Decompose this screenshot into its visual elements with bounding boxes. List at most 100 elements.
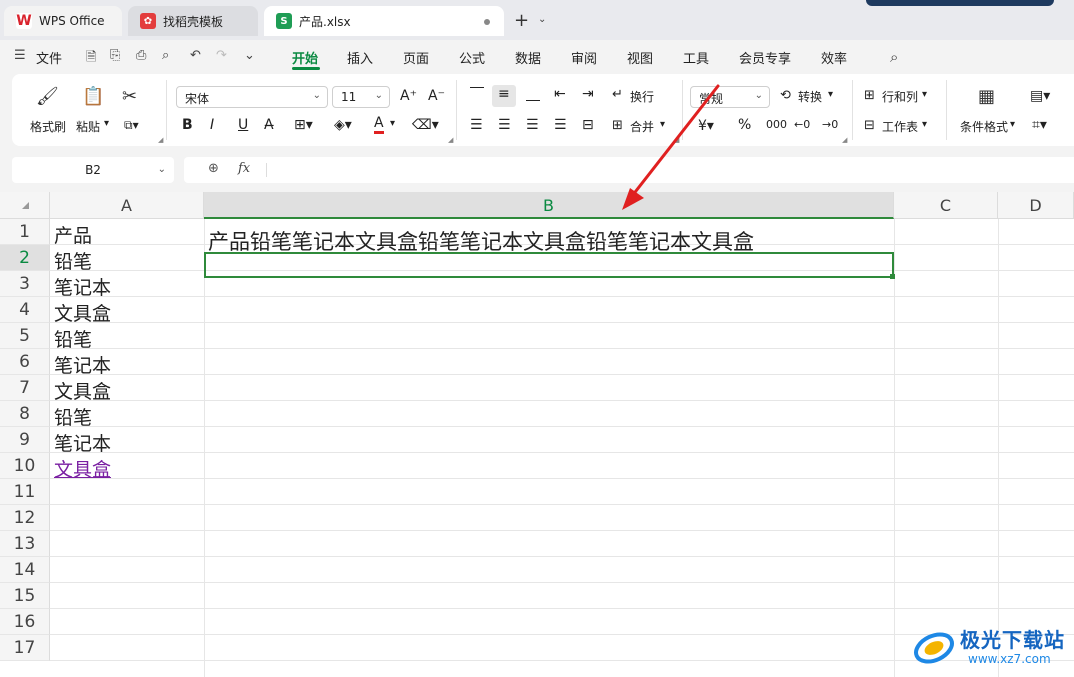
font-name-select[interactable]: 宋体 ⌄ <box>176 86 328 108</box>
chevron-down-icon[interactable]: ⌄ <box>538 14 546 25</box>
fill-color-icon[interactable]: ◈▾ <box>334 117 352 133</box>
cell-a10[interactable]: 文具盒 <box>54 455 111 482</box>
menu-formula[interactable]: 公式 <box>459 48 485 67</box>
menu-page[interactable]: 页面 <box>403 48 429 67</box>
select-all-corner[interactable] <box>0 192 50 219</box>
unsaved-dot-icon[interactable] <box>484 19 490 25</box>
row-header-3[interactable]: 3 <box>0 271 50 297</box>
menu-view[interactable]: 视图 <box>627 48 653 67</box>
tab-docer-templates[interactable]: ✿ 找稻壳模板 <box>128 6 258 36</box>
align-top-icon[interactable]: ⎺ <box>470 86 484 102</box>
row-header-16[interactable]: 16 <box>0 609 50 635</box>
search-icon[interactable]: ⌕ <box>890 48 898 66</box>
row-header-1[interactable]: 1 <box>0 219 50 245</box>
convert-button[interactable]: 转换 <box>798 88 822 105</box>
spreadsheet-grid[interactable]: A B C D 1 2 3 4 5 6 7 8 9 10 11 12 13 14 15 16 17 产品 铅笔 笔记… <box>0 192 1074 677</box>
align-center-icon[interactable]: ☰ <box>498 117 511 133</box>
column-header-a[interactable]: A <box>50 192 204 219</box>
chevron-down-icon[interactable]: ▾ <box>104 118 109 129</box>
menu-member[interactable]: 会员专享 <box>739 48 791 67</box>
menu-insert[interactable]: 插入 <box>347 48 373 67</box>
column-header-c[interactable]: C <box>894 192 998 219</box>
format-painter-button[interactable]: 格式刷 <box>30 118 66 135</box>
strikethrough-icon[interactable]: A̶ <box>264 117 274 133</box>
underline-button[interactable]: U <box>238 117 248 133</box>
print-preview-icon[interactable]: ⌕ <box>162 48 169 63</box>
cell-a7[interactable]: 文具盒 <box>54 377 111 404</box>
row-header-5[interactable]: 5 <box>0 323 50 349</box>
row-header-6[interactable]: 6 <box>0 349 50 375</box>
row-header-2[interactable]: 2 <box>0 245 50 271</box>
clear-format-icon[interactable]: ⌫▾ <box>412 117 439 133</box>
cell-a6[interactable]: 笔记本 <box>54 351 111 378</box>
export-icon[interactable]: ⎘ <box>110 48 120 63</box>
chevron-down-icon[interactable]: ▾ <box>1010 119 1015 130</box>
name-box[interactable]: B2 ⌄ <box>12 157 174 183</box>
fx-icon[interactable]: fx <box>238 161 250 176</box>
worksheet-button[interactable]: 工作表 <box>882 118 918 135</box>
row-header-14[interactable]: 14 <box>0 557 50 583</box>
menu-review[interactable]: 审阅 <box>571 48 597 67</box>
fill-handle[interactable] <box>890 274 895 279</box>
chevron-down-icon[interactable]: ▾ <box>390 118 395 129</box>
active-cell-selection[interactable] <box>204 252 894 278</box>
chevron-down-icon[interactable]: ▾ <box>922 119 927 130</box>
decrease-font-icon[interactable]: A⁻ <box>428 88 445 104</box>
thousands-icon[interactable]: 000 <box>766 118 787 131</box>
chevron-down-icon[interactable]: ⌄ <box>244 48 255 63</box>
row-header-10[interactable]: 10 <box>0 453 50 479</box>
row-header-9[interactable]: 9 <box>0 427 50 453</box>
cell-a3[interactable]: 笔记本 <box>54 273 111 300</box>
new-tab-plus-icon[interactable]: + <box>514 10 529 31</box>
distributed-icon[interactable]: ⊟ <box>582 117 594 133</box>
number-launcher-icon[interactable]: ◢ <box>842 136 847 144</box>
chevron-down-icon[interactable]: ▾ <box>922 89 927 100</box>
align-middle-icon[interactable]: ≡ <box>498 86 510 102</box>
save-icon[interactable]: 🗎 <box>86 48 96 70</box>
align-bottom-icon[interactable]: ⎽ <box>526 86 540 102</box>
cell-a9[interactable]: 笔记本 <box>54 429 111 456</box>
cell-a4[interactable]: 文具盒 <box>54 299 111 326</box>
cell-a5[interactable]: 铅笔 <box>54 325 92 352</box>
clipboard-launcher-icon[interactable]: ◢ <box>158 136 163 144</box>
align-right-icon[interactable]: ☰ <box>526 117 539 133</box>
undo-icon[interactable]: ↶ <box>190 48 201 63</box>
font-size-select[interactable]: 11 ⌄ <box>332 86 390 108</box>
row-header-11[interactable]: 11 <box>0 479 50 505</box>
font-launcher-icon[interactable]: ◢ <box>448 136 453 144</box>
paste-button[interactable]: 粘贴 <box>76 118 100 135</box>
cell-a2[interactable]: 铅笔 <box>54 247 92 274</box>
menu-tools[interactable]: 工具 <box>683 48 709 67</box>
increase-indent-icon[interactable]: ⇥ <box>582 86 594 102</box>
increase-font-icon[interactable]: A⁺ <box>400 88 417 104</box>
cell-style-icon[interactable]: ▤▾ <box>1030 88 1050 104</box>
row-header-4[interactable]: 4 <box>0 297 50 323</box>
align-left-icon[interactable]: ☰ <box>470 117 483 133</box>
row-header-15[interactable]: 15 <box>0 583 50 609</box>
justify-icon[interactable]: ☰ <box>554 117 567 133</box>
row-header-17[interactable]: 17 <box>0 635 50 661</box>
cell-a8[interactable]: 铅笔 <box>54 403 92 430</box>
menu-data[interactable]: 数据 <box>515 48 541 67</box>
tab-wps-office[interactable]: W WPS Office <box>4 6 122 36</box>
redo-icon[interactable]: ↷ <box>216 48 227 63</box>
cut-icon[interactable]: ✂ <box>122 86 137 107</box>
row-header-12[interactable]: 12 <box>0 505 50 531</box>
menu-file[interactable]: 文件 <box>36 48 62 67</box>
top-right-button[interactable] <box>866 0 1054 6</box>
copy-icon[interactable]: ⧉▾ <box>124 118 139 133</box>
column-header-d[interactable]: D <box>998 192 1074 219</box>
menu-efficiency[interactable]: 效率 <box>821 48 847 67</box>
border-icon[interactable]: ⊞▾ <box>294 117 313 133</box>
print-icon[interactable]: ⎙ <box>136 48 146 63</box>
row-header-13[interactable]: 13 <box>0 531 50 557</box>
bold-button[interactable]: B <box>182 117 193 133</box>
cell-a1[interactable]: 产品 <box>54 221 92 248</box>
rows-cols-button[interactable]: 行和列 <box>882 88 918 105</box>
column-header-b[interactable]: B <box>204 192 894 219</box>
row-header-8[interactable]: 8 <box>0 401 50 427</box>
crop-icon[interactable]: ⌗▾ <box>1032 117 1047 133</box>
increase-decimal-icon[interactable]: ←0 <box>794 118 810 131</box>
row-header-7[interactable]: 7 <box>0 375 50 401</box>
chevron-down-icon[interactable]: ▾ <box>828 89 833 100</box>
